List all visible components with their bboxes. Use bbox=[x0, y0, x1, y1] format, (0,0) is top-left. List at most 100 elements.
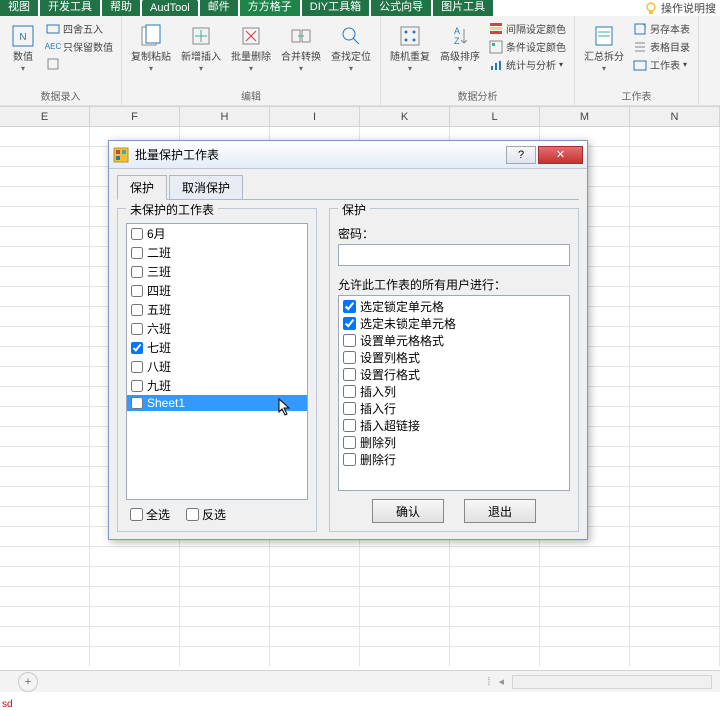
group-label: 数据录入 bbox=[6, 86, 115, 103]
grid-row[interactable] bbox=[0, 587, 720, 607]
sheet-checkbox[interactable] bbox=[131, 380, 143, 392]
round-button[interactable]: 四舍五入 bbox=[44, 20, 115, 37]
tab-mail[interactable]: 邮件 bbox=[200, 0, 238, 16]
value-button[interactable]: N 数值▾ bbox=[6, 20, 40, 76]
permission-checkbox[interactable] bbox=[343, 419, 356, 432]
sheet-checkbox[interactable] bbox=[131, 266, 143, 278]
new-sheet-button[interactable]: + bbox=[18, 672, 38, 692]
permission-checkbox[interactable] bbox=[343, 317, 356, 330]
column-header[interactable]: H bbox=[180, 107, 270, 126]
more-button[interactable] bbox=[44, 56, 115, 72]
permission-item[interactable]: 设置行格式 bbox=[341, 366, 567, 383]
permission-checkbox[interactable] bbox=[343, 385, 356, 398]
tell-me[interactable]: 操作说明搜 bbox=[644, 0, 720, 16]
column-header[interactable]: E bbox=[0, 107, 90, 126]
group-title: 保护 bbox=[338, 201, 370, 218]
sheet-item[interactable]: 三班 bbox=[127, 262, 307, 281]
tab-view[interactable]: 视图 bbox=[0, 0, 38, 16]
permission-item[interactable]: 设置单元格格式 bbox=[341, 332, 567, 349]
sheet-checkbox[interactable] bbox=[131, 304, 143, 316]
dialog-titlebar[interactable]: 批量保护工作表 ? ✕ bbox=[109, 141, 587, 169]
sheets-listbox[interactable]: 6月二班三班四班五班六班七班八班九班Sheet1 bbox=[126, 223, 308, 500]
permission-checkbox[interactable] bbox=[343, 402, 356, 415]
scroll-left-icon[interactable]: ◂ bbox=[498, 675, 504, 688]
sheet-item[interactable]: 四班 bbox=[127, 281, 307, 300]
stats-button[interactable]: 统计与分析▾ bbox=[487, 56, 568, 73]
permission-item[interactable]: 选定锁定单元格 bbox=[341, 298, 567, 315]
grid-row[interactable] bbox=[0, 627, 720, 647]
column-header[interactable]: N bbox=[630, 107, 720, 126]
copy-paste-button[interactable]: 复制粘贴▾ bbox=[128, 20, 174, 76]
close-button[interactable]: ✕ bbox=[538, 146, 583, 164]
column-header[interactable]: L bbox=[450, 107, 540, 126]
sheet-checkbox[interactable] bbox=[131, 247, 143, 259]
cond-color-button[interactable]: 条件设定颜色 bbox=[487, 38, 568, 55]
ws-button[interactable]: 工作表▾ bbox=[631, 56, 692, 73]
sheet-item[interactable]: 二班 bbox=[127, 243, 307, 262]
column-header[interactable]: K bbox=[360, 107, 450, 126]
permission-checkbox[interactable] bbox=[343, 334, 356, 347]
sheet-checkbox[interactable] bbox=[131, 397, 143, 409]
column-header[interactable]: I bbox=[270, 107, 360, 126]
ok-button[interactable]: 确认 bbox=[372, 499, 444, 523]
permission-checkbox[interactable] bbox=[343, 300, 356, 313]
permission-label: 选定未锁定单元格 bbox=[360, 315, 456, 332]
invert-checkbox[interactable]: 反选 bbox=[186, 506, 226, 523]
column-header[interactable]: M bbox=[540, 107, 630, 126]
sheet-item[interactable]: 五班 bbox=[127, 300, 307, 319]
permission-item[interactable]: 选定未锁定单元格 bbox=[341, 315, 567, 332]
tab-dev[interactable]: 开发工具 bbox=[40, 0, 100, 16]
tab-pic[interactable]: 图片工具 bbox=[433, 0, 493, 16]
sheet-checkbox[interactable] bbox=[131, 342, 143, 354]
select-all-checkbox[interactable]: 全选 bbox=[130, 506, 170, 523]
sheet-checkbox[interactable] bbox=[131, 323, 143, 335]
sort-button[interactable]: AZ高级排序▾ bbox=[437, 20, 483, 76]
sheet-checkbox[interactable] bbox=[131, 361, 143, 373]
permission-item[interactable]: 插入行 bbox=[341, 400, 567, 417]
permission-checkbox[interactable] bbox=[343, 368, 356, 381]
tab-formula[interactable]: 公式向导 bbox=[371, 0, 431, 16]
permission-item[interactable]: 插入列 bbox=[341, 383, 567, 400]
tab-protect[interactable]: 保护 bbox=[117, 175, 167, 200]
permission-checkbox[interactable] bbox=[343, 436, 356, 449]
summary-button[interactable]: 汇总拆分▾ bbox=[581, 20, 627, 76]
tab-diy[interactable]: DIY工具箱 bbox=[302, 0, 369, 16]
grid-row[interactable] bbox=[0, 567, 720, 587]
sheet-item[interactable]: 6月 bbox=[127, 224, 307, 243]
tab-audtool[interactable]: AudTool bbox=[142, 0, 198, 16]
help-button[interactable]: ? bbox=[506, 146, 536, 164]
keep-num-button[interactable]: AEC只保留数值 bbox=[44, 38, 115, 55]
tab-ffgz[interactable]: 方方格子 bbox=[240, 0, 300, 16]
sheet-item[interactable]: 七班 bbox=[127, 338, 307, 357]
locate-button[interactable]: 查找定位▾ bbox=[328, 20, 374, 76]
password-input[interactable] bbox=[338, 244, 570, 266]
permissions-listbox[interactable]: 选定锁定单元格选定未锁定单元格设置单元格格式设置列格式设置行格式插入列插入行插入… bbox=[338, 295, 570, 491]
sheet-item[interactable]: 六班 bbox=[127, 319, 307, 338]
column-header[interactable]: F bbox=[90, 107, 180, 126]
sheet-item[interactable]: 八班 bbox=[127, 357, 307, 376]
sheet-item[interactable]: 九班 bbox=[127, 376, 307, 395]
sheet-item[interactable]: Sheet1 bbox=[127, 395, 307, 411]
grid-row[interactable] bbox=[0, 607, 720, 627]
delete-button[interactable]: 批量删除▾ bbox=[228, 20, 274, 76]
random-button[interactable]: 随机重复▾ bbox=[387, 20, 433, 76]
alt-color-button[interactable]: 间隔设定颜色 bbox=[487, 20, 568, 37]
sheet-checkbox[interactable] bbox=[131, 228, 143, 240]
permission-item[interactable]: 设置列格式 bbox=[341, 349, 567, 366]
permission-item[interactable]: 删除行 bbox=[341, 451, 567, 468]
tab-unprotect[interactable]: 取消保护 bbox=[169, 175, 243, 200]
permission-item[interactable]: 插入超链接 bbox=[341, 417, 567, 434]
save-as-button[interactable]: 另存本表 bbox=[631, 20, 692, 37]
cancel-button[interactable]: 退出 bbox=[464, 499, 536, 523]
grid-row[interactable] bbox=[0, 647, 720, 666]
grid-row[interactable] bbox=[0, 547, 720, 567]
horizontal-scrollbar[interactable] bbox=[512, 675, 712, 689]
toc-button[interactable]: 表格目录 bbox=[631, 38, 692, 55]
permission-checkbox[interactable] bbox=[343, 453, 356, 466]
permission-item[interactable]: 删除列 bbox=[341, 434, 567, 451]
insert-button[interactable]: 新增插入▾ bbox=[178, 20, 224, 76]
merge-button[interactable]: 合并转换▾ bbox=[278, 20, 324, 76]
sheet-checkbox[interactable] bbox=[131, 285, 143, 297]
tab-help[interactable]: 帮助 bbox=[102, 0, 140, 16]
permission-checkbox[interactable] bbox=[343, 351, 356, 364]
